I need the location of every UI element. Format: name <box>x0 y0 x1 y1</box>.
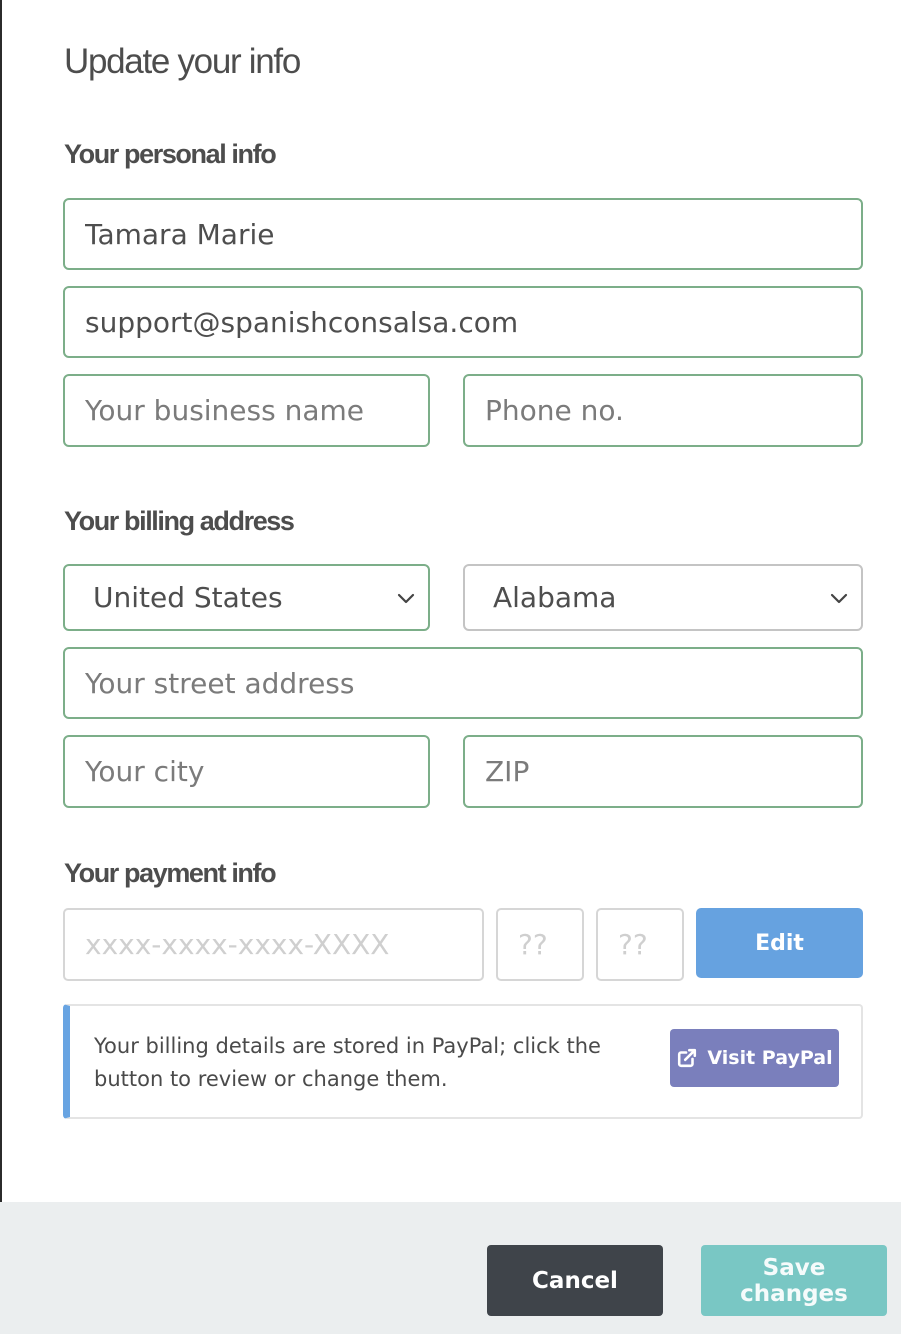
visit-paypal-button[interactable]: Visit PayPal <box>670 1029 839 1087</box>
dialog-title: Update your info <box>64 42 301 81</box>
street-address-field[interactable] <box>63 647 863 719</box>
external-link-icon <box>678 1048 697 1068</box>
paypal-notice-text: Your billing details are stored in PayPa… <box>94 1034 601 1091</box>
save-changes-button[interactable]: Save changes <box>701 1245 887 1316</box>
card-number-field <box>63 908 484 981</box>
window-edge <box>0 0 2 1334</box>
zip-field[interactable] <box>463 735 863 808</box>
state-select-value: Alabama <box>493 581 617 614</box>
payment-info-heading: Your payment info <box>64 858 277 888</box>
country-select[interactable]: United States <box>63 564 430 631</box>
name-field[interactable] <box>63 198 863 270</box>
city-field[interactable] <box>63 735 430 808</box>
visit-paypal-label: Visit PayPal <box>707 1047 833 1069</box>
edit-payment-button[interactable]: Edit <box>696 908 863 978</box>
state-select[interactable]: Alabama <box>463 564 863 631</box>
billing-address-heading: Your billing address <box>64 506 295 536</box>
expiry-month-field <box>496 908 584 981</box>
personal-info-heading: Your personal info <box>64 139 277 169</box>
cancel-button[interactable]: Cancel <box>487 1245 663 1316</box>
expiry-year-field <box>596 908 684 981</box>
chevron-down-icon <box>397 593 415 603</box>
email-field[interactable] <box>63 286 863 358</box>
chevron-down-icon <box>830 593 848 603</box>
country-select-value: United States <box>93 581 283 614</box>
business-name-field[interactable] <box>63 374 430 447</box>
phone-field[interactable] <box>463 374 863 447</box>
paypal-notice: Your billing details are stored in PayPa… <box>63 1004 863 1119</box>
